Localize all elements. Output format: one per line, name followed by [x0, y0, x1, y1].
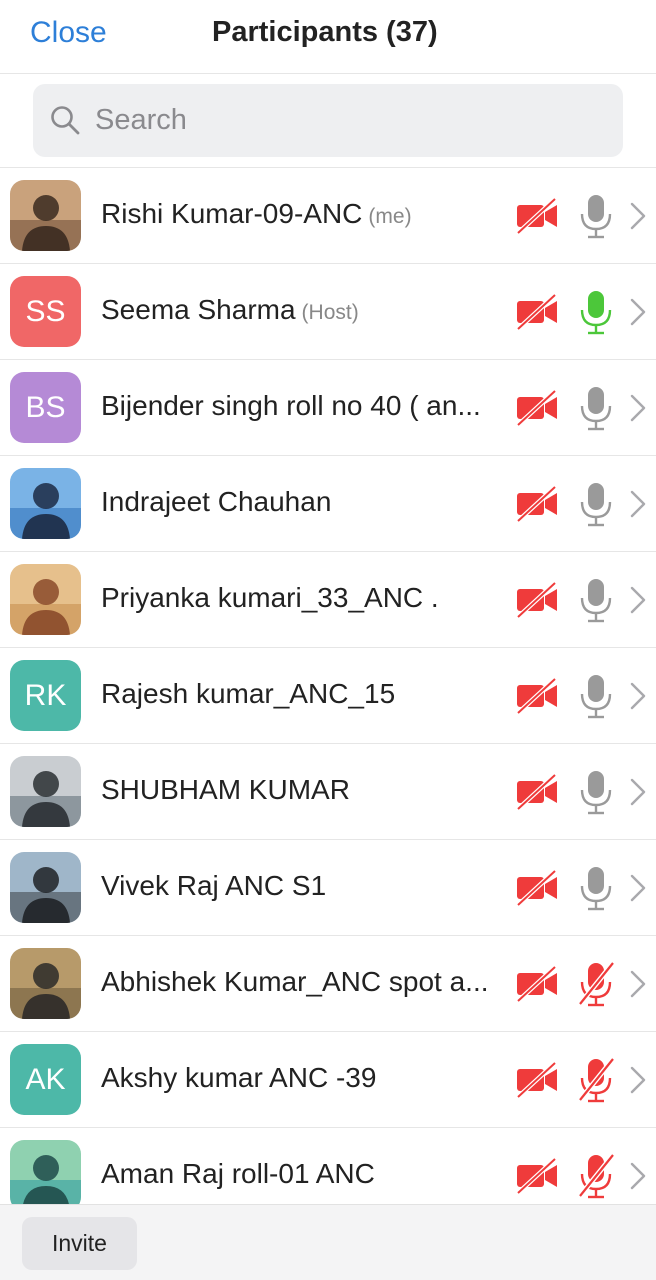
search-box[interactable]	[33, 84, 623, 157]
mic-icon[interactable]	[576, 864, 616, 912]
participant-row[interactable]: SS Seema Sharma (Host)	[0, 264, 656, 360]
participant-row[interactable]: Priyanka kumari_33_ANC .	[0, 552, 656, 648]
avatar	[10, 1140, 81, 1204]
participant-name-text: Vivek Raj ANC S1	[101, 870, 327, 901]
participant-row[interactable]: Abhishek Kumar_ANC spot a...	[0, 936, 656, 1032]
chevron-right-icon[interactable]	[628, 296, 648, 328]
avatar: RK	[10, 660, 81, 731]
avatar: SS	[10, 276, 81, 347]
participant-name: Aman Raj roll-01 ANC	[101, 1158, 496, 1190]
participant-name-text: Rishi Kumar-09-ANC	[101, 198, 363, 229]
video-off-icon[interactable]	[515, 580, 559, 620]
participant-name-text: Seema Sharma	[101, 294, 296, 325]
chevron-right-icon[interactable]	[628, 680, 648, 712]
mic-icon[interactable]	[576, 480, 616, 528]
avatar	[10, 756, 81, 827]
video-off-icon[interactable]	[515, 388, 559, 428]
chevron-right-icon[interactable]	[628, 584, 648, 616]
participant-name-text: Akshy kumar ANC -39	[101, 1062, 377, 1093]
video-off-icon[interactable]	[515, 772, 559, 812]
video-off-icon[interactable]	[515, 868, 559, 908]
search-icon	[51, 106, 80, 135]
chevron-right-icon[interactable]	[628, 1160, 648, 1192]
mic-muted-icon[interactable]	[576, 960, 616, 1008]
chevron-right-icon[interactable]	[628, 1064, 648, 1096]
avatar-initials: SS	[25, 294, 66, 328]
avatar	[10, 852, 81, 923]
header: Close Participants (37)	[0, 0, 656, 74]
participant-name-text: Aman Raj roll-01 ANC	[101, 1158, 375, 1189]
mic-icon[interactable]	[576, 192, 616, 240]
video-off-icon[interactable]	[515, 292, 559, 332]
participant-name-text: Bijender singh roll no 40 ( an...	[101, 390, 481, 421]
mic-icon[interactable]	[576, 768, 616, 816]
participant-name-text: Indrajeet Chauhan	[101, 486, 332, 517]
participant-name: Akshy kumar ANC -39	[101, 1062, 496, 1094]
video-off-icon[interactable]	[515, 676, 559, 716]
participant-name: Seema Sharma (Host)	[101, 294, 496, 326]
participant-name-text: Abhishek Kumar_ANC spot a...	[101, 966, 489, 997]
participant-name-text: SHUBHAM KUMAR	[101, 774, 350, 805]
close-button[interactable]: Close	[30, 16, 107, 50]
avatar	[10, 180, 81, 251]
mic-speaking-icon[interactable]	[576, 288, 616, 336]
avatar: BS	[10, 372, 81, 443]
participant-row[interactable]: SHUBHAM KUMAR	[0, 744, 656, 840]
video-off-icon[interactable]	[515, 964, 559, 1004]
mic-muted-icon[interactable]	[576, 1056, 616, 1104]
participant-row[interactable]: Rishi Kumar-09-ANC (me)	[0, 168, 656, 264]
mic-icon[interactable]	[576, 672, 616, 720]
page-title: Participants (37)	[212, 16, 438, 48]
participant-row[interactable]: Vivek Raj ANC S1	[0, 840, 656, 936]
footer: Invite	[0, 1204, 656, 1280]
participant-name: Bijender singh roll no 40 ( an...	[101, 390, 496, 422]
participant-name: Abhishek Kumar_ANC spot a...	[101, 966, 496, 998]
participant-row[interactable]: RK Rajesh kumar_ANC_15	[0, 648, 656, 744]
participant-row[interactable]: BS Bijender singh roll no 40 ( an...	[0, 360, 656, 456]
avatar-initials: BS	[25, 390, 66, 424]
video-off-icon[interactable]	[515, 1060, 559, 1100]
search-input[interactable]	[95, 98, 595, 142]
participant-list: Rishi Kumar-09-ANC (me) SS Seema Sharma (Hos…	[0, 168, 656, 1204]
participant-name: Indrajeet Chauhan	[101, 486, 496, 518]
participant-role-tag: (Host)	[301, 301, 359, 324]
invite-button[interactable]: Invite	[22, 1217, 137, 1270]
participant-row[interactable]: AK Akshy kumar ANC -39	[0, 1032, 656, 1128]
participant-row[interactable]: Indrajeet Chauhan	[0, 456, 656, 552]
video-off-icon[interactable]	[515, 196, 559, 236]
avatar: AK	[10, 1044, 81, 1115]
avatar-initials: RK	[24, 678, 67, 712]
search-area	[0, 74, 656, 168]
chevron-right-icon[interactable]	[628, 488, 648, 520]
participant-name: Priyanka kumari_33_ANC .	[101, 582, 496, 614]
chevron-right-icon[interactable]	[628, 968, 648, 1000]
chevron-right-icon[interactable]	[628, 776, 648, 808]
video-off-icon[interactable]	[515, 484, 559, 524]
mic-muted-icon[interactable]	[576, 1152, 616, 1200]
participant-name: Rajesh kumar_ANC_15	[101, 678, 496, 710]
chevron-right-icon[interactable]	[628, 872, 648, 904]
chevron-right-icon[interactable]	[628, 200, 648, 232]
participant-role-tag: (me)	[368, 205, 412, 228]
participant-name: SHUBHAM KUMAR	[101, 774, 496, 806]
participant-name: Rishi Kumar-09-ANC (me)	[101, 198, 496, 230]
participant-name: Vivek Raj ANC S1	[101, 870, 496, 902]
mic-icon[interactable]	[576, 384, 616, 432]
mic-icon[interactable]	[576, 576, 616, 624]
video-off-icon[interactable]	[515, 1156, 559, 1196]
participant-name-text: Priyanka kumari_33_ANC .	[101, 582, 439, 613]
participant-row[interactable]: Aman Raj roll-01 ANC	[0, 1128, 656, 1204]
avatar-initials: AK	[25, 1062, 66, 1096]
participant-name-text: Rajesh kumar_ANC_15	[101, 678, 396, 709]
avatar	[10, 564, 81, 635]
avatar	[10, 468, 81, 539]
chevron-right-icon[interactable]	[628, 392, 648, 424]
avatar	[10, 948, 81, 1019]
